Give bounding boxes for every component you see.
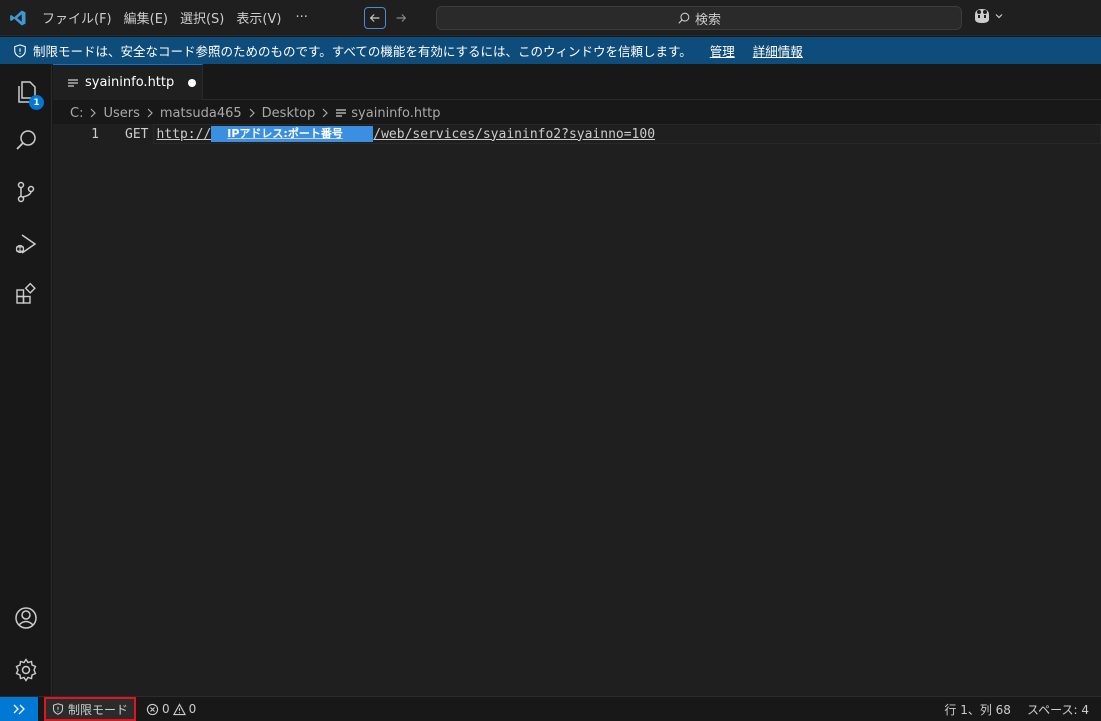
- chevron-down-icon: [994, 11, 1004, 21]
- chevron-right-icon: [319, 108, 331, 118]
- explorer-badge: 1: [29, 95, 44, 110]
- unsaved-dot-icon[interactable]: [188, 78, 197, 87]
- request-url[interactable]: http://IPアドレス:ポート番号/web/services/syainin…: [156, 126, 655, 142]
- menu-bar: ファイル(F) 編集(E) 選択(S) 表示(V) ···: [36, 0, 316, 35]
- forward-arrow-icon[interactable]: [390, 7, 412, 29]
- code-editor[interactable]: 1 GET http://IPアドレス:ポート番号/web/services/s…: [53, 124, 1101, 696]
- tab-label: syaininfo.http: [85, 75, 175, 90]
- breadcrumb-drive[interactable]: C:: [70, 106, 83, 121]
- chevron-right-icon: [246, 108, 258, 118]
- explorer-button[interactable]: 1: [0, 68, 52, 116]
- line-number: 1: [91, 126, 99, 142]
- chevron-right-icon: [87, 108, 99, 118]
- error-icon: [146, 703, 159, 716]
- redacted-ip-port: IPアドレス:ポート番号: [211, 126, 374, 142]
- chevron-right-icon: [144, 108, 156, 118]
- tab-syaininfo-http[interactable]: syaininfo.http: [53, 64, 203, 100]
- indentation-status[interactable]: スペース: 4: [1027, 701, 1089, 718]
- breadcrumb-desktop[interactable]: Desktop: [262, 106, 316, 121]
- copilot-button[interactable]: [972, 7, 1004, 25]
- menu-file[interactable]: ファイル(F): [36, 0, 118, 35]
- editor-tabs: syaininfo.http: [53, 64, 1101, 100]
- banner-message: 制限モードは、安全なコード参照のためのものです。すべての機能を有効にするには、こ…: [33, 44, 692, 59]
- remote-icon: [12, 702, 26, 716]
- status-bar: 制限モード 0 0 行 1、列 68 スペース: 4: [0, 696, 1101, 721]
- breadcrumb-user-folder[interactable]: matsuda465: [160, 106, 242, 121]
- url-prefix: http://: [156, 126, 212, 142]
- code-line[interactable]: 1 GET http://IPアドレス:ポート番号/web/services/s…: [53, 124, 1101, 144]
- extensions-button[interactable]: [0, 270, 52, 318]
- copilot-icon: [972, 7, 992, 25]
- search-icon: [13, 127, 39, 153]
- run-debug-button[interactable]: [0, 220, 52, 268]
- warning-count: 0: [188, 702, 197, 716]
- manage-button[interactable]: [0, 646, 52, 694]
- menu-more-button[interactable]: ···: [287, 10, 315, 25]
- restricted-mode-label: 制限モード: [68, 702, 129, 717]
- code-content[interactable]: GET http://IPアドレス:ポート番号/web/services/sya…: [125, 126, 655, 142]
- accounts-button[interactable]: [0, 594, 52, 642]
- banner-manage-link[interactable]: 管理: [710, 41, 735, 60]
- title-bar: ファイル(F) 編集(E) 選択(S) 表示(V) ··· 検索: [0, 0, 1101, 36]
- search-icon: [677, 11, 691, 25]
- warning-icon: [172, 702, 186, 716]
- breadcrumb-users[interactable]: Users: [103, 106, 139, 121]
- menu-selection[interactable]: 選択(S): [174, 0, 230, 35]
- activity-bar: 1: [0, 64, 52, 696]
- restricted-mode-banner: 制限モードは、安全なコード参照のためのものです。すべての機能を有効にするには、こ…: [0, 37, 1101, 64]
- vscode-logo-icon: [0, 0, 36, 36]
- account-icon: [13, 605, 39, 631]
- search-placeholder: 検索: [694, 12, 721, 28]
- back-arrow-icon[interactable]: [363, 6, 386, 29]
- run-debug-icon: [13, 231, 39, 257]
- http-file-icon: [67, 77, 79, 89]
- gear-icon: [13, 657, 39, 683]
- menu-edit[interactable]: 編集(E): [118, 0, 174, 35]
- error-count: 0: [162, 702, 170, 716]
- url-suffix: /web/services/syaininfo2?syainno=100: [373, 126, 656, 142]
- shield-icon: [12, 43, 28, 59]
- restricted-mode-status[interactable]: 制限モード: [44, 697, 137, 721]
- problems-status[interactable]: 0 0: [146, 702, 196, 716]
- http-file-icon: [335, 107, 347, 119]
- menu-view[interactable]: 表示(V): [230, 0, 287, 35]
- source-control-icon: [13, 179, 39, 205]
- command-center-search[interactable]: 検索: [436, 6, 962, 30]
- banner-details-link[interactable]: 詳細情報: [753, 41, 803, 60]
- status-right-group: 行 1、列 68 スペース: 4: [944, 697, 1089, 721]
- remote-indicator-button[interactable]: [0, 697, 38, 721]
- shield-icon: [52, 703, 64, 715]
- cursor-position-status[interactable]: 行 1、列 68: [944, 701, 1011, 718]
- http-method: GET: [125, 126, 149, 142]
- breadcrumb: C: Users matsuda465 Desktop syaininfo.ht…: [70, 102, 441, 124]
- extensions-icon: [13, 281, 39, 307]
- source-control-button[interactable]: [0, 168, 52, 216]
- breadcrumb-file[interactable]: syaininfo.http: [351, 106, 440, 121]
- search-view-button[interactable]: [0, 116, 52, 164]
